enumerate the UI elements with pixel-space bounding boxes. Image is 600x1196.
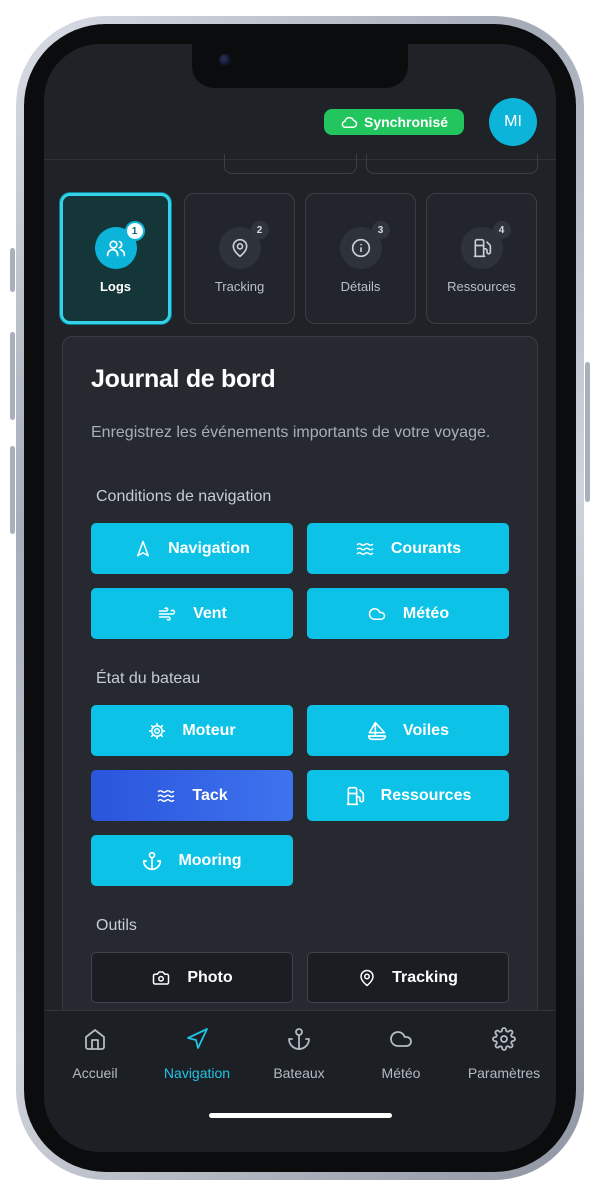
engine-cog-icon [149,722,166,739]
front-camera [219,54,231,66]
step-logs[interactable]: 1 Logs [60,193,171,324]
home-icon [85,1029,105,1050]
navigation-arrow-icon [187,1028,208,1049]
avatar-initials: MI [504,113,522,130]
mooring-log-button[interactable]: Mooring [91,835,293,886]
courants-log-button[interactable]: Courants [307,523,509,574]
navigation-arrow-icon [137,540,150,556]
step-label: Détails [340,279,381,294]
button-label: Tack [192,786,228,804]
step-icon-circle: 4 [460,221,511,269]
app-screen: Synchronisé MI 1 Logs 2 Tracking 3 Détai… [44,44,556,1152]
step-number-badge: 3 [371,221,390,239]
map-pin-icon [360,969,374,986]
camera-icon [153,970,170,985]
step-tracking[interactable]: 2 Tracking [184,193,295,324]
sync-status-badge: Synchronisé [324,109,464,135]
tab-bateaux[interactable]: Bateaux [248,1011,350,1091]
volume-up-button [10,332,15,420]
tab-meteo[interactable]: Météo [350,1011,452,1091]
step-number-badge: 4 [492,221,511,239]
step-icon-circle: 3 [339,221,390,269]
fuel-icon [473,238,491,258]
tab-label: Navigation [163,1065,231,1081]
notch [192,44,408,88]
power-button [585,362,590,502]
step-label: Ressources [447,279,516,294]
info-icon [351,238,370,258]
step-details[interactable]: 3 Détails [305,193,416,324]
cloud-icon [368,607,386,620]
step-number-badge: 1 [124,221,145,241]
volume-down-button [10,446,15,534]
tracking-button[interactable]: Tracking [307,952,509,1003]
anchor-icon [143,851,162,870]
tack-log-button[interactable]: Tack [91,770,293,821]
tab-parametres[interactable]: Paramètres [452,1011,556,1091]
home-indicator[interactable] [209,1113,392,1118]
step-label: Tracking [214,279,265,294]
page-description: Enregistrez les événements importants de… [91,424,491,441]
button-label: Voiles [403,721,449,739]
vent-log-button[interactable]: Vent [91,588,293,639]
meteo-log-button[interactable]: Météo [307,588,509,639]
step-label: Logs [99,279,132,294]
map-pin-icon [232,238,247,258]
avatar[interactable]: MI [489,98,537,146]
tab-label: Météo [381,1065,421,1081]
button-label: Navigation [168,539,250,557]
button-label: Photo [187,968,233,986]
page-title: Journal de bord [91,365,276,393]
tab-label: Accueil [72,1065,118,1081]
scrolled-button-left[interactable] [224,154,357,174]
navigation-log-button[interactable]: Navigation [91,523,293,574]
step-ressources[interactable]: 4 Ressources [426,193,537,324]
tab-navigation[interactable]: Navigation [146,1011,248,1091]
sync-status-label: Synchronisé [363,114,449,130]
button-label: Météo [402,604,450,622]
voiles-log-button[interactable]: Voiles [307,705,509,756]
moteur-log-button[interactable]: Moteur [91,705,293,756]
photo-button[interactable]: Photo [91,952,293,1003]
button-label: Courants [390,539,462,557]
button-label: Tracking [392,968,458,986]
scrolled-button-right[interactable] [366,154,538,174]
bottom-tab-bar: Accueil Navigation Bateaux Météo Paramèt… [44,1010,556,1152]
sailboat-icon [367,721,387,740]
users-icon [106,240,125,257]
step-icon-circle: 2 [218,221,269,269]
section-label-conditions: Conditions de navigation [96,488,272,505]
cloud-icon [390,1031,412,1047]
cloud-icon [341,116,358,128]
waves-icon [158,789,175,802]
tab-label: Bateaux [273,1065,325,1081]
step-number-badge: 2 [250,221,269,239]
button-label: Vent [193,604,227,622]
logbook-card: Journal de bord Enregistrez les événemen… [62,336,538,1056]
waves-icon [356,542,374,555]
wind-icon [158,606,176,621]
step-icon-circle: 1 [94,221,145,269]
button-label: Moteur [182,721,236,739]
silent-switch [10,248,15,292]
tab-accueil[interactable]: Accueil [44,1011,146,1091]
tab-label: Paramètres [467,1065,541,1081]
button-label: Mooring [178,851,242,869]
fuel-icon [346,786,364,805]
ressources-log-button[interactable]: Ressources [307,770,509,821]
anchor-icon [288,1028,310,1050]
button-label: Ressources [380,786,472,804]
section-label-boat-state: État du bateau [96,670,201,687]
gear-icon [492,1027,516,1051]
section-label-tools: Outils [96,917,137,934]
